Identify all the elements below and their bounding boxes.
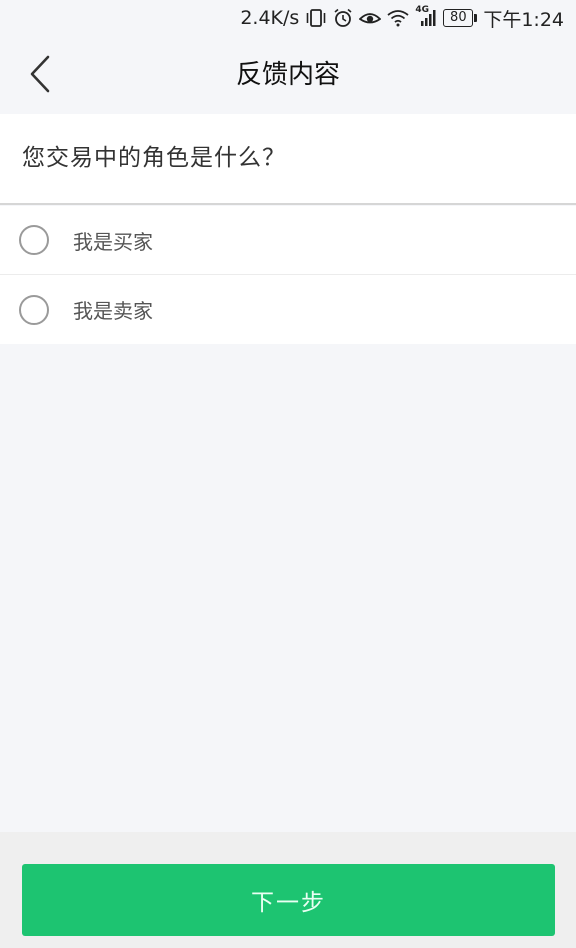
option-label: 我是卖家 [73,299,153,323]
vibrate-icon [305,7,327,29]
alarm-icon [333,7,353,29]
next-button[interactable]: 下一步 [22,864,555,936]
status-bar: 2.4K/s 4G 80 下午1:24 [0,0,576,36]
option-label: 我是买家 [73,229,153,254]
bottom-bar: 下一步 [0,832,576,948]
battery-level: 80 [443,9,474,27]
radio-button[interactable] [19,294,49,325]
network-speed: 2.4K/s [240,7,300,29]
chevron-left-icon [30,55,50,93]
question-text: 您交易中的角色是什么？ [0,114,576,205]
network-type: 4G [415,5,429,15]
option-buyer[interactable]: 我是买家 [0,206,576,275]
wifi-icon [387,7,409,29]
options-list: 我是买家 我是卖家 [0,206,576,344]
page-title: 反馈内容 [235,60,340,90]
radio-button[interactable] [19,225,49,255]
nav-bar: 反馈内容 [0,36,576,114]
battery-icon: 80 [443,9,478,27]
option-seller[interactable]: 我是卖家 [0,275,576,344]
back-button[interactable] [18,52,62,96]
signal-icon: 4G [415,5,437,29]
eye-icon [359,7,382,29]
clock: 下午1:24 [483,8,564,31]
